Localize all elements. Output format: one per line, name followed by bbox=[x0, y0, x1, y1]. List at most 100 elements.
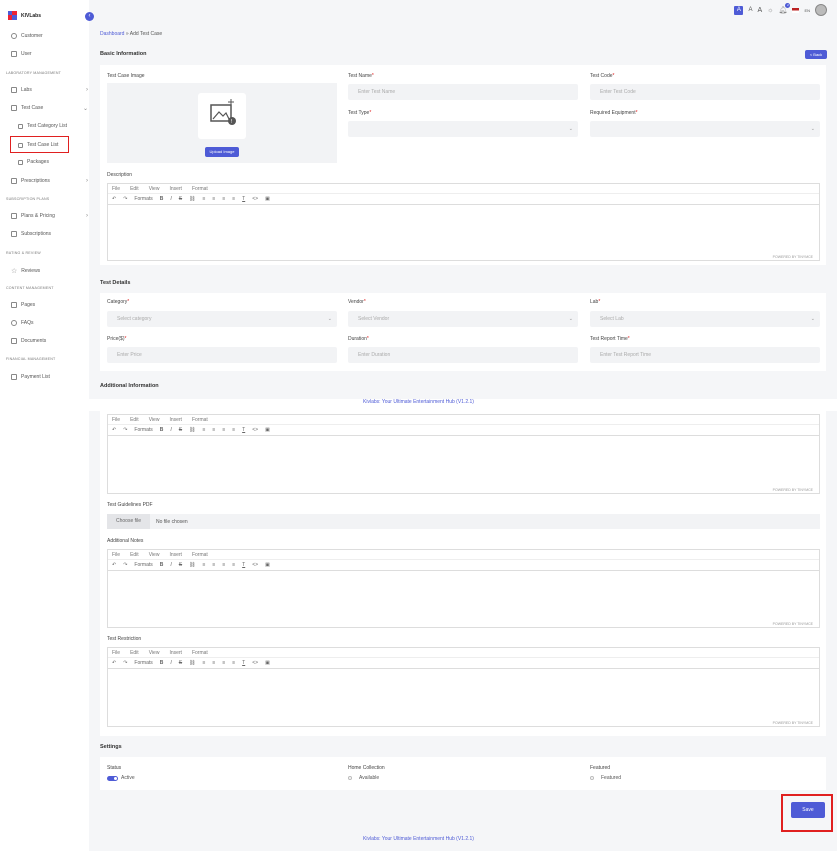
choose-file-button[interactable]: Choose file bbox=[107, 514, 151, 529]
price-input[interactable]: Enter Price bbox=[107, 347, 337, 363]
menu-view[interactable]: View bbox=[149, 417, 160, 423]
formats-dropdown[interactable]: Formats bbox=[134, 660, 152, 666]
menu-format[interactable]: Format bbox=[192, 417, 208, 423]
redo-icon[interactable]: ↷ bbox=[123, 660, 127, 666]
checkbox[interactable] bbox=[348, 776, 352, 780]
code-icon[interactable]: <> bbox=[252, 427, 258, 433]
clear-format-icon[interactable]: T bbox=[242, 660, 245, 666]
vendor-select[interactable]: Select Vendor ⌄ bbox=[348, 311, 578, 327]
sidebar-item-reviews[interactable]: ☆ Reviews bbox=[11, 267, 100, 275]
menu-edit[interactable]: Edit bbox=[130, 417, 139, 423]
sidebar-item-plans-pricing[interactable]: Plans & Pricing › bbox=[11, 213, 100, 219]
menu-insert[interactable]: Insert bbox=[169, 417, 182, 423]
status-toggle[interactable]: Active bbox=[107, 775, 135, 781]
menu-file[interactable]: File bbox=[112, 417, 120, 423]
align-left-icon[interactable]: ≡ bbox=[202, 196, 205, 202]
bold-icon[interactable]: B bbox=[160, 660, 164, 666]
sidebar-item-packages[interactable]: Packages bbox=[18, 159, 107, 165]
undo-icon[interactable]: ↶ bbox=[112, 562, 116, 568]
redo-icon[interactable]: ↷ bbox=[123, 562, 127, 568]
align-justify-icon[interactable]: ≡ bbox=[232, 196, 235, 202]
bell-icon[interactable]: 🔔︎ 2 bbox=[779, 3, 791, 14]
align-center-icon[interactable]: ≡ bbox=[212, 562, 215, 568]
test-type-select[interactable]: ⌄ bbox=[348, 121, 578, 137]
sidebar-item-user[interactable]: User bbox=[11, 51, 100, 57]
link-icon[interactable]: ⛓ bbox=[189, 660, 195, 666]
menu-insert[interactable]: Insert bbox=[169, 186, 182, 192]
menu-format[interactable]: Format bbox=[192, 186, 208, 192]
align-justify-icon[interactable]: ≡ bbox=[232, 562, 235, 568]
avatar[interactable] bbox=[815, 4, 827, 16]
strikethrough-icon[interactable]: S bbox=[179, 196, 182, 202]
menu-edit[interactable]: Edit bbox=[130, 186, 139, 192]
sidebar-item-labs[interactable]: Labs › bbox=[11, 87, 100, 93]
lab-select[interactable]: Select Lab ⌄ bbox=[590, 311, 820, 327]
undo-icon[interactable]: ↶ bbox=[112, 660, 116, 666]
sidebar-item-test-case[interactable]: Test Case ⌄ bbox=[11, 105, 100, 112]
clear-format-icon[interactable]: T bbox=[242, 427, 245, 433]
image-icon[interactable]: ▣ bbox=[265, 427, 270, 433]
upload-image-button[interactable]: Upload Image bbox=[205, 147, 239, 157]
sidebar-item-prescriptions[interactable]: Prescriptions › bbox=[11, 178, 100, 184]
sidebar-item-customer[interactable]: Customer bbox=[11, 33, 100, 39]
link-icon[interactable]: ⛓ bbox=[189, 562, 195, 568]
align-left-icon[interactable]: ≡ bbox=[202, 562, 205, 568]
align-justify-icon[interactable]: ≡ bbox=[232, 427, 235, 433]
menu-format[interactable]: Format bbox=[192, 650, 208, 656]
language-selector[interactable]: EN bbox=[804, 8, 810, 13]
test-code-input[interactable]: Enter Test Code bbox=[590, 84, 820, 100]
test-restriction-editor[interactable]: File Edit View Insert Format ↶ ↷ Formats… bbox=[107, 647, 820, 727]
link-icon[interactable]: ⛓ bbox=[189, 196, 195, 202]
align-right-icon[interactable]: ≡ bbox=[222, 562, 225, 568]
bold-icon[interactable]: B bbox=[160, 196, 164, 202]
image-icon[interactable]: ▣ bbox=[265, 562, 270, 568]
brand[interactable]: KIVLabs bbox=[8, 11, 41, 20]
menu-view[interactable]: View bbox=[149, 186, 160, 192]
link-icon[interactable]: ⛓ bbox=[189, 427, 195, 433]
required-equipment-select[interactable]: ⌄ bbox=[590, 121, 820, 137]
code-icon[interactable]: <> bbox=[252, 196, 258, 202]
toggle-switch[interactable] bbox=[107, 775, 118, 781]
menu-file[interactable]: File bbox=[112, 650, 120, 656]
sidebar-item-faqs[interactable]: FAQs bbox=[11, 320, 100, 326]
additional-notes-editor[interactable]: File Edit View Insert Format ↶ ↷ Formats… bbox=[107, 549, 820, 628]
menu-edit[interactable]: Edit bbox=[130, 552, 139, 558]
align-justify-icon[interactable]: ≡ bbox=[232, 660, 235, 666]
font-size-medium-button[interactable]: A bbox=[748, 7, 752, 13]
redo-icon[interactable]: ↷ bbox=[123, 196, 127, 202]
sidebar-toggle-button[interactable]: ‹ bbox=[85, 12, 94, 21]
checkbox[interactable] bbox=[590, 776, 594, 780]
undo-icon[interactable]: ↶ bbox=[112, 427, 116, 433]
sidebar-item-test-category-list[interactable]: Test Category List bbox=[18, 123, 107, 129]
sidebar-item-subscriptions[interactable]: Subscriptions bbox=[11, 231, 100, 237]
italic-icon[interactable]: I bbox=[170, 562, 171, 568]
menu-view[interactable]: View bbox=[149, 650, 160, 656]
formats-dropdown[interactable]: Formats bbox=[134, 562, 152, 568]
image-icon[interactable]: ▣ bbox=[265, 196, 270, 202]
bold-icon[interactable]: B bbox=[160, 562, 164, 568]
font-size-small-button[interactable]: A bbox=[734, 5, 744, 15]
menu-insert[interactable]: Insert bbox=[169, 650, 182, 656]
category-select[interactable]: Select category ⌄ bbox=[107, 311, 337, 327]
align-left-icon[interactable]: ≡ bbox=[202, 660, 205, 666]
home-collection-checkbox[interactable]: Available bbox=[348, 775, 379, 781]
formats-dropdown[interactable]: Formats bbox=[134, 427, 152, 433]
image-icon[interactable]: ▣ bbox=[265, 660, 270, 666]
report-time-input[interactable]: Enter Test Report Time bbox=[590, 347, 820, 363]
test-name-input[interactable]: Enter Test Name bbox=[348, 84, 578, 100]
strikethrough-icon[interactable]: S bbox=[179, 562, 182, 568]
italic-icon[interactable]: I bbox=[170, 427, 171, 433]
back-button[interactable]: < Back bbox=[805, 50, 827, 59]
strikethrough-icon[interactable]: S bbox=[179, 427, 182, 433]
menu-file[interactable]: File bbox=[112, 552, 120, 558]
code-icon[interactable]: <> bbox=[252, 660, 258, 666]
align-right-icon[interactable]: ≡ bbox=[222, 660, 225, 666]
featured-checkbox[interactable]: Featured bbox=[590, 775, 621, 781]
clear-format-icon[interactable]: T bbox=[242, 562, 245, 568]
font-size-large-button[interactable]: A bbox=[757, 7, 762, 14]
align-center-icon[interactable]: ≡ bbox=[212, 196, 215, 202]
align-left-icon[interactable]: ≡ bbox=[202, 427, 205, 433]
sidebar-item-pages[interactable]: Pages bbox=[11, 302, 100, 308]
description-editor[interactable]: File Edit View Insert Format ↶ ↷ Formats… bbox=[107, 183, 820, 261]
align-right-icon[interactable]: ≡ bbox=[222, 427, 225, 433]
